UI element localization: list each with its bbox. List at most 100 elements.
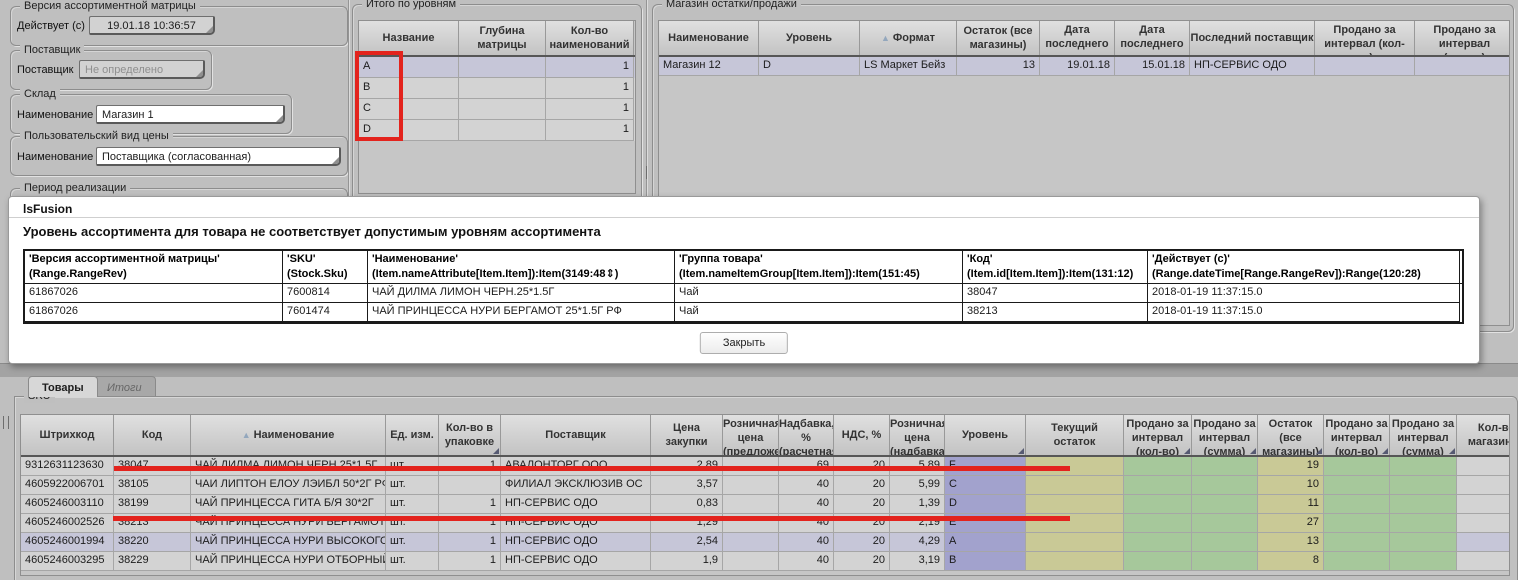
horizontal-splitter[interactable] (0, 363, 1518, 377)
sku-cell-current-stock[interactable] (1026, 552, 1124, 571)
error-cell-valid-from[interactable]: 2018-01-19 11:37:15.0 (1148, 303, 1460, 322)
sku-cell-current-stock[interactable] (1026, 533, 1124, 552)
sku-cell-vat[interactable]: 20 (834, 476, 890, 495)
sku-cell-pack-qty[interactable]: 1 (439, 533, 501, 552)
shop-header-stock-all[interactable]: Остаток (всемагазины) (957, 21, 1040, 55)
sku-cell-level[interactable]: B (945, 552, 1026, 571)
sku-cell-name[interactable]: ЧАЙ ПРИНЦЕССА ГИТА Б/Я 30*2Г (191, 495, 386, 514)
price-view-field[interactable]: Поставщика (согласованная) (96, 147, 341, 166)
sku-cell-barcode[interactable]: 9312631123630 (21, 457, 114, 476)
sku-cell-pack-qty[interactable]: 1 (439, 495, 501, 514)
valid-from-field[interactable]: 19.01.18 10:36:57 (89, 16, 215, 35)
sku-cell-retail-price-offer[interactable] (723, 552, 779, 571)
sku-cell-sold-interval-qty-1[interactable] (1124, 533, 1192, 552)
levels-cell-matrix-depth[interactable] (459, 78, 546, 99)
sku-cell-retail-price-markup[interactable]: 5,99 (890, 476, 945, 495)
sku-header-unit[interactable]: Ед. изм. (386, 415, 439, 455)
sku-cell-purchase-price[interactable]: 2,54 (651, 533, 723, 552)
close-button[interactable]: Закрыть (700, 332, 788, 354)
error-header-range-rev[interactable]: 'Версия ассортиментной матрицы'(Range.Ra… (25, 251, 283, 283)
error-row[interactable]: 618670267600814ЧАЙ ДИЛМА ЛИМОН ЧЕРН.25*1… (25, 284, 1462, 303)
shop-cell-stock-all[interactable]: 13 (957, 57, 1040, 76)
sku-cell-purchase-price[interactable]: 1,9 (651, 552, 723, 571)
sku-cell-current-stock[interactable] (1026, 495, 1124, 514)
error-cell-sku[interactable]: 7600814 (283, 284, 368, 303)
error-cell-item-group[interactable]: Чай (675, 284, 963, 303)
sku-cell-markup[interactable]: 40 (779, 552, 834, 571)
error-cell-item-code[interactable]: 38047 (963, 284, 1148, 303)
tab-goods[interactable]: Товары (28, 376, 98, 397)
sku-cell-level[interactable]: A (945, 533, 1026, 552)
sku-cell-sold-interval-qty-2[interactable] (1324, 533, 1390, 552)
levels-header-name[interactable]: Название (359, 21, 459, 55)
sku-cell-retail-price-markup[interactable]: 1,39 (890, 495, 945, 514)
sku-cell-name[interactable]: ЧАИ ЛИПТОН ЕЛОУ ЛЭИБЛ 50*2Г РФ (191, 476, 386, 495)
sku-header-sold-interval-sum-2[interactable]: Продано заинтервал(сумма) (1390, 415, 1457, 455)
sku-cell-sold-interval-sum-2[interactable] (1390, 476, 1457, 495)
sku-cell-name[interactable]: ЧАЙ ПРИНЦЕССА НУРИ ОТБОРНЫЙ В (191, 552, 386, 571)
sku-cell-markup[interactable]: 40 (779, 476, 834, 495)
sku-cell-retail-price-offer[interactable] (723, 476, 779, 495)
sku-header-retail-price-markup[interactable]: Розничнаяцена(надбавка) (890, 415, 945, 455)
shop-cell-last-move-date[interactable]: 19.01.18 (1040, 57, 1115, 76)
sku-header-code[interactable]: Код (114, 415, 191, 455)
shop-cell-last-supplier[interactable]: НП-СЕРВИС ОДО (1190, 57, 1315, 76)
sku-cell-stock-all-shops[interactable]: 10 (1258, 476, 1324, 495)
sku-cell-sold-interval-sum-2[interactable] (1390, 514, 1457, 533)
sku-cell-sold-interval-qty-2[interactable] (1324, 457, 1390, 476)
sku-cell-level[interactable]: C (945, 476, 1026, 495)
shop-cell-sold-interval-qty[interactable] (1315, 57, 1415, 76)
sku-cell-unit[interactable]: шт. (386, 552, 439, 571)
error-row[interactable]: 618670267601474ЧАЙ ПРИНЦЕССА НУРИ БЕРГАМ… (25, 303, 1462, 322)
sku-cell-unit[interactable]: шт. (386, 533, 439, 552)
sku-header-sold-interval-sum-1[interactable]: Продано заинтервал(сумма) (1192, 415, 1258, 455)
sku-header-shop-count[interactable]: Кол-вомагазинов (1457, 415, 1510, 455)
shop-cell-level[interactable]: D (759, 57, 860, 76)
sku-cell-sold-interval-qty-1[interactable] (1124, 457, 1192, 476)
sku-cell-sold-interval-qty-1[interactable] (1124, 495, 1192, 514)
sku-header-name[interactable]: ▲Наименование (191, 415, 386, 455)
error-header-sku[interactable]: 'SKU'(Stock.Sku) (283, 251, 368, 283)
shop-cell-shop-name[interactable]: Магазин 12 (659, 57, 759, 76)
sku-cell-pack-qty[interactable] (439, 476, 501, 495)
sku-row[interactable]: 460592200670138105ЧАИ ЛИПТОН ЕЛОУ ЛЭИБЛ … (21, 476, 1509, 495)
stock-name-field[interactable]: Магазин 1 (96, 105, 285, 124)
sku-header-stock-all-shops[interactable]: Остаток(всемагазины) (1258, 415, 1324, 455)
levels-cell-matrix-depth[interactable] (459, 99, 546, 120)
sku-cell-purchase-price[interactable]: 0,83 (651, 495, 723, 514)
sku-cell-sold-interval-sum-1[interactable] (1192, 457, 1258, 476)
sku-cell-barcode[interactable]: 4605246003295 (21, 552, 114, 571)
error-header-item-name[interactable]: 'Наименование'(Item.nameAttribute[Item.I… (368, 251, 675, 283)
sku-cell-code[interactable]: 38229 (114, 552, 191, 571)
sku-cell-vat[interactable]: 20 (834, 552, 890, 571)
shop-header-last-supplier[interactable]: Последний поставщик (1190, 21, 1315, 55)
sku-header-pack-qty[interactable]: Кол-во вупаковке (439, 415, 501, 455)
levels-cell-item-count[interactable]: 1 (546, 57, 634, 78)
sku-cell-sold-interval-qty-1[interactable] (1124, 514, 1192, 533)
sku-cell-sold-interval-qty-1[interactable] (1124, 552, 1192, 571)
error-cell-range-rev[interactable]: 61867026 (25, 284, 283, 303)
sku-cell-supplier[interactable]: НП-СЕРВИС ОДО (501, 495, 651, 514)
shop-header-level[interactable]: Уровень (759, 21, 860, 55)
sku-cell-barcode[interactable]: 4605246001994 (21, 533, 114, 552)
shop-cell-sold-interval-sum[interactable] (1415, 57, 1510, 76)
sku-cell-unit[interactable]: шт. (386, 495, 439, 514)
shop-header-format[interactable]: ▲Формат (860, 21, 957, 55)
sku-row[interactable]: 460524600311038199ЧАЙ ПРИНЦЕССА ГИТА Б/Я… (21, 495, 1509, 514)
sku-cell-shop-count[interactable] (1457, 457, 1510, 476)
sku-cell-supplier[interactable]: НП-СЕРВИС ОДО (501, 533, 651, 552)
sku-cell-vat[interactable]: 20 (834, 533, 890, 552)
sku-cell-sold-interval-sum-1[interactable] (1192, 495, 1258, 514)
error-cell-item-group[interactable]: Чай (675, 303, 963, 322)
levels-header-matrix-depth[interactable]: Глубинаматрицы (459, 21, 546, 55)
sku-cell-barcode[interactable]: 4605246002526 (21, 514, 114, 533)
sku-cell-barcode[interactable]: 4605246003110 (21, 495, 114, 514)
levels-header-item-count[interactable]: Кол-вонаименований (546, 21, 634, 55)
sku-cell-pack-qty[interactable]: 1 (439, 552, 501, 571)
shop-header-shop-name[interactable]: Наименование (659, 21, 759, 55)
sku-cell-sold-interval-sum-2[interactable] (1390, 533, 1457, 552)
sku-cell-retail-price-markup[interactable]: 3,19 (890, 552, 945, 571)
shop-header-last-move-date[interactable]: Датапоследнегодвижения (1040, 21, 1115, 55)
sku-cell-supplier[interactable]: ФИЛИАЛ ЭКСКЛЮЗИВ ОС (501, 476, 651, 495)
sku-cell-sold-interval-sum-1[interactable] (1192, 514, 1258, 533)
